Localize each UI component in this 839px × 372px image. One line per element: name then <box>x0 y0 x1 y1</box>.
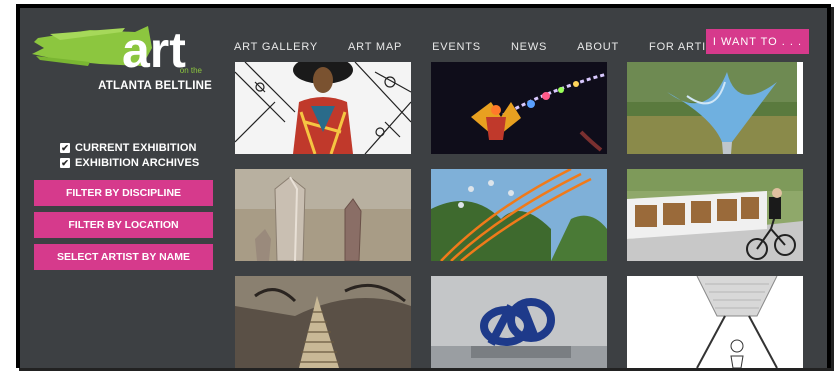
page: art on the ATLANTA BELTLINE ART GALLERY … <box>20 8 827 368</box>
artwork-image <box>431 169 607 261</box>
logo-on-the: on the <box>179 66 202 75</box>
select-artist-button[interactable]: SELECT ARTIST BY NAME <box>34 244 213 270</box>
artwork-image <box>431 62 607 154</box>
gallery-tile-swing[interactable] <box>627 276 803 368</box>
nav-news[interactable]: NEWS <box>511 41 547 53</box>
gallery-tile-cyclist[interactable] <box>627 169 803 261</box>
i-want-to-button[interactable]: I WANT TO . . . <box>706 29 809 54</box>
filter-by-discipline-button[interactable]: FILTER BY DISCIPLINE <box>34 180 213 206</box>
checkbox-label: EXHIBITION ARCHIVES <box>75 157 200 169</box>
artwork-image <box>627 276 803 368</box>
exhibition-archives-checkbox[interactable]: ✔ EXHIBITION ARCHIVES <box>60 156 199 170</box>
checkmark-icon[interactable]: ✔ <box>60 143 70 153</box>
gallery-tile-blue-knot[interactable] <box>431 276 607 368</box>
gallery-tile-portrait[interactable] <box>235 62 411 154</box>
gallery-tile-sculpture[interactable] <box>627 62 803 154</box>
artwork-image <box>627 169 803 261</box>
artwork-image <box>431 276 607 368</box>
nav-art-gallery[interactable]: ART GALLERY <box>234 41 318 53</box>
nav-art-map[interactable]: ART MAP <box>348 41 402 53</box>
artwork-image <box>627 62 803 154</box>
artwork-image <box>235 276 411 368</box>
site-logo[interactable]: art on the ATLANTA BELTLINE <box>30 18 215 103</box>
gallery-tile-crystals[interactable] <box>235 169 411 261</box>
nav-about[interactable]: ABOUT <box>577 41 619 53</box>
main-nav: ART GALLERY ART MAP EVENTS NEWS ABOUT FO… <box>234 34 760 60</box>
checkbox-label: CURRENT EXHIBITION <box>75 142 197 154</box>
gallery-tile-woven-cone[interactable] <box>235 276 411 368</box>
artwork-image <box>235 169 411 261</box>
checkmark-icon[interactable]: ✔ <box>60 158 70 168</box>
exhibition-checkboxes: ✔ CURRENT EXHIBITION ✔ EXHIBITION ARCHIV… <box>60 141 199 171</box>
nav-events[interactable]: EVENTS <box>432 41 481 53</box>
gallery-tile-lanterns[interactable] <box>431 62 607 154</box>
artwork-image <box>235 62 411 154</box>
gallery-tile-orange-lines[interactable] <box>431 169 607 261</box>
logo-subtitle: ATLANTA BELTLINE <box>98 80 212 92</box>
current-exhibition-checkbox[interactable]: ✔ CURRENT EXHIBITION <box>60 141 199 155</box>
filter-by-location-button[interactable]: FILTER BY LOCATION <box>34 212 213 238</box>
